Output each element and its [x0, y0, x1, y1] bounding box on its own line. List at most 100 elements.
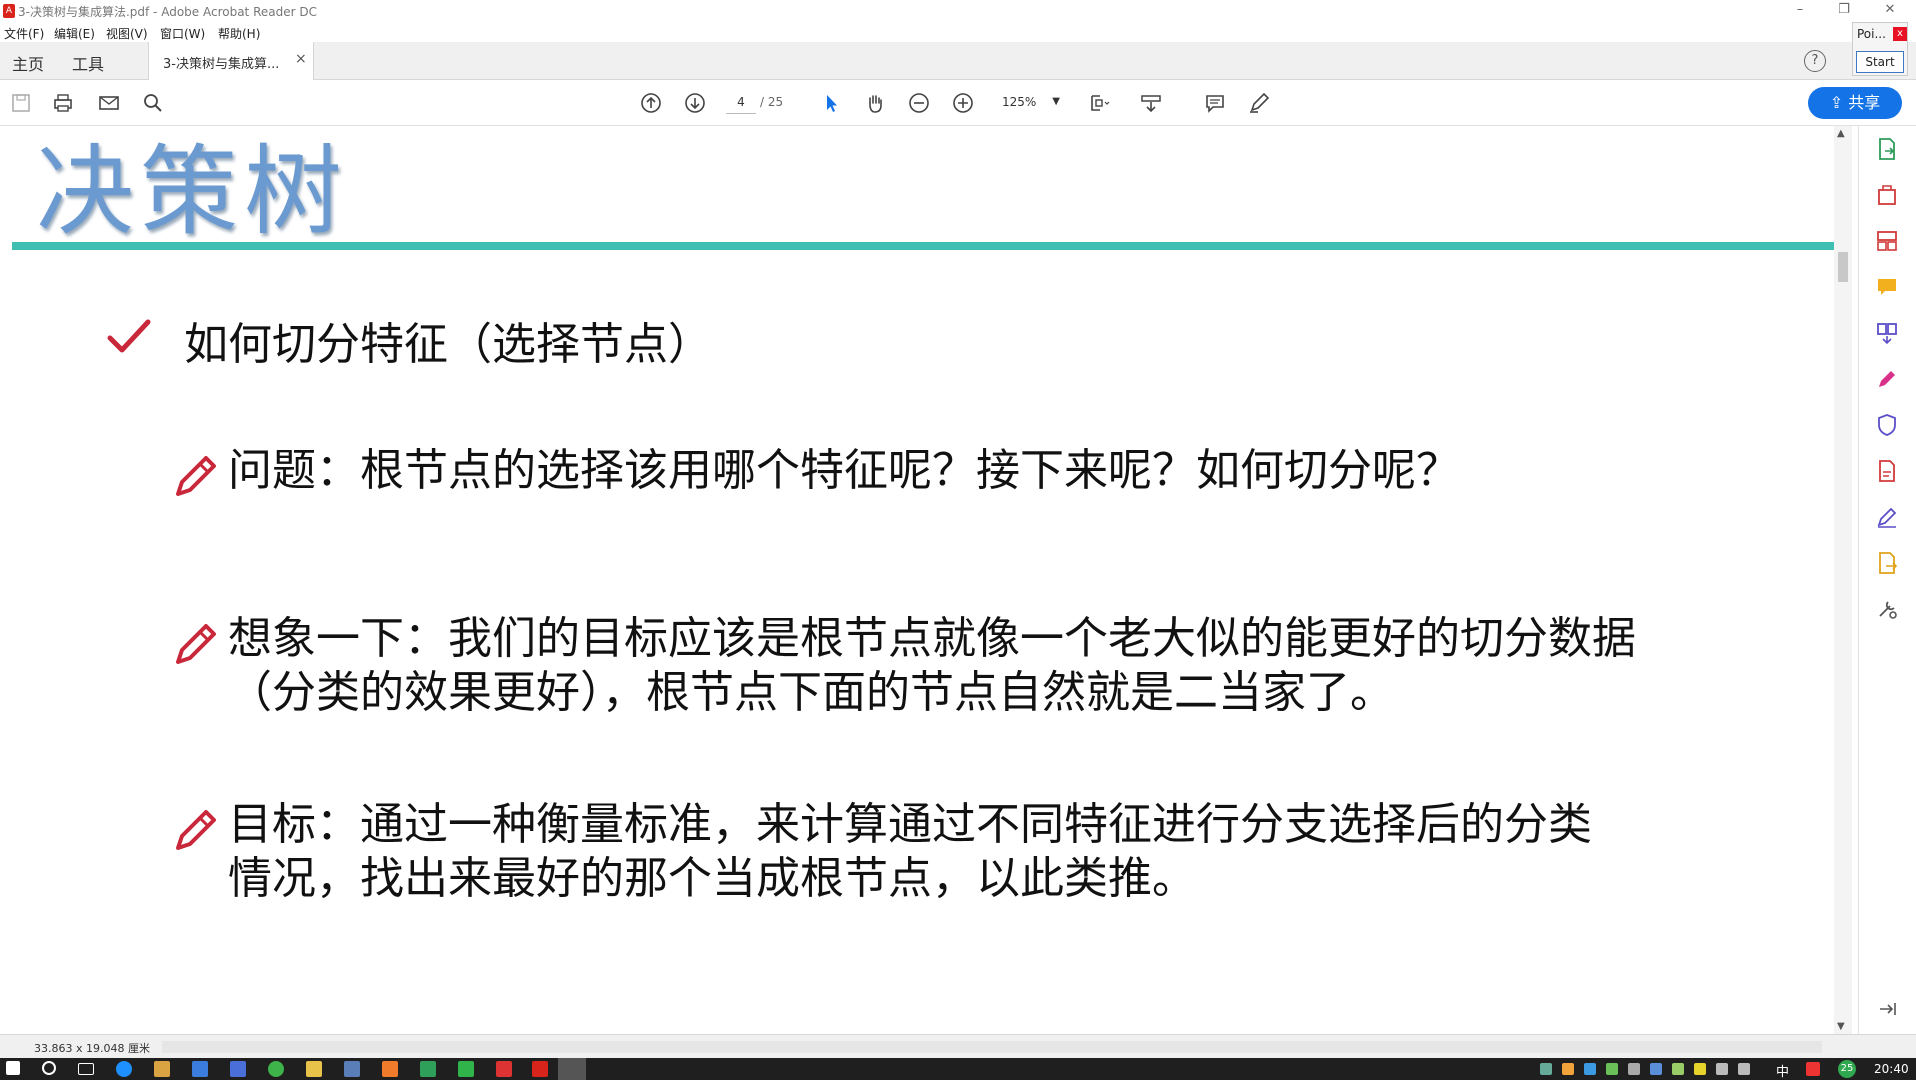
- network-icon[interactable]: [1716, 1063, 1728, 1075]
- tray-icon[interactable]: [1628, 1063, 1640, 1075]
- ime-indicator[interactable]: 中: [1776, 1061, 1789, 1080]
- wechat-icon[interactable]: [268, 1061, 284, 1077]
- scroll-mode-icon[interactable]: [1138, 90, 1164, 116]
- active-app-icon[interactable]: [558, 1058, 586, 1080]
- store-icon[interactable]: [154, 1061, 170, 1077]
- sogou-icon[interactable]: [1806, 1062, 1820, 1076]
- task-view-icon[interactable]: [78, 1063, 94, 1075]
- help-icon[interactable]: ?: [1804, 50, 1826, 72]
- comment-tool-icon[interactable]: [1874, 274, 1900, 300]
- tray-icon[interactable]: [1606, 1063, 1618, 1075]
- volume-icon[interactable]: [1738, 1063, 1750, 1075]
- paragraph-line: （分类的效果更好），根节点下面的节点自然就是二当家了。: [228, 667, 1394, 718]
- menu-file[interactable]: 文件(F): [4, 25, 44, 42]
- edge-browser-icon[interactable]: [116, 1061, 132, 1077]
- search-icon[interactable]: [140, 90, 166, 116]
- email-icon[interactable]: [96, 90, 122, 116]
- organize-pages-icon[interactable]: [1874, 228, 1900, 254]
- app-icon[interactable]: [344, 1061, 360, 1077]
- tray-icon[interactable]: [1694, 1063, 1706, 1075]
- comment-icon[interactable]: [1202, 90, 1228, 116]
- poi-title: Poi...: [1857, 27, 1886, 41]
- poi-start-button[interactable]: Start: [1856, 51, 1904, 73]
- tray-icon[interactable]: [1540, 1063, 1552, 1075]
- vertical-scrollbar[interactable]: ▲ ▼: [1834, 126, 1852, 1034]
- scrollbar-thumb[interactable]: [1838, 252, 1848, 282]
- document-heading: 决策树: [36, 135, 349, 249]
- title-bar: A 3-决策树与集成算法.pdf - Adobe Acrobat Reader …: [0, 0, 1916, 22]
- zoom-select[interactable]: 125% ▼: [994, 90, 1064, 114]
- create-pdf-icon[interactable]: [1874, 182, 1900, 208]
- next-page-icon[interactable]: [682, 90, 708, 116]
- tab-tools[interactable]: 工具: [72, 51, 104, 75]
- export-pdf-icon[interactable]: [1874, 136, 1900, 162]
- page-number-input[interactable]: 4: [726, 90, 756, 114]
- zoom-value: 125%: [1002, 95, 1037, 109]
- paragraph: 想象一下：我们的目标应该是根节点就像一个老大似的能更好的切分数据 （分类的效果更…: [228, 612, 1636, 720]
- fit-page-icon[interactable]: [1086, 90, 1112, 116]
- acrobat-taskbar-icon[interactable]: [532, 1061, 548, 1077]
- tab-home[interactable]: 主页: [12, 51, 44, 75]
- pencil-icon: [176, 456, 216, 496]
- tray-icon[interactable]: [1584, 1063, 1596, 1075]
- fill-sign-icon[interactable]: [1874, 366, 1900, 392]
- app-icon[interactable]: [496, 1061, 512, 1077]
- clock[interactable]: 20:40: [1874, 1062, 1909, 1076]
- share-label: 共享: [1848, 93, 1881, 112]
- restore-button[interactable]: ❐: [1824, 0, 1864, 22]
- search-circle-icon[interactable]: [42, 1061, 56, 1075]
- mail-icon[interactable]: [192, 1061, 208, 1077]
- page-size: 33.863 x 19.048 厘米: [34, 1042, 150, 1055]
- close-tab-icon[interactable]: ×: [295, 51, 307, 67]
- minimize-button[interactable]: –: [1780, 0, 1820, 22]
- menu-window[interactable]: 窗口(W): [160, 25, 205, 42]
- previous-page-icon[interactable]: [638, 90, 664, 116]
- send-for-review-icon[interactable]: [1874, 458, 1900, 484]
- document-view[interactable]: 决策树 如何切分特征（选择节点） 问题：根节点的选择该用哪个特征呢？接下来呢？如…: [12, 126, 1838, 1034]
- app-icon[interactable]: [458, 1061, 474, 1077]
- horizontal-scrollbar[interactable]: [162, 1041, 1822, 1053]
- hand-tool-icon[interactable]: [862, 90, 888, 116]
- tray-icon[interactable]: [1672, 1063, 1684, 1075]
- menu-help[interactable]: 帮助(H): [218, 25, 260, 42]
- paragraph-line: 目标：通过一种衡量标准，来计算通过不同特征进行分支选择后的分类: [228, 799, 1592, 850]
- tray-icon[interactable]: [1650, 1063, 1662, 1075]
- protect-shield-icon[interactable]: [1874, 412, 1900, 438]
- app-icon[interactable]: [420, 1061, 436, 1077]
- heading-rule: [12, 242, 1834, 250]
- collapse-panel-icon[interactable]: [1874, 996, 1900, 1022]
- chevron-down-icon: ▼: [1052, 96, 1060, 107]
- paragraph: 目标：通过一种衡量标准，来计算通过不同特征进行分支选择后的分类 情况，找出来最好…: [228, 798, 1592, 906]
- file-explorer-icon[interactable]: [306, 1061, 322, 1077]
- share-button[interactable]: ⇪ 共享: [1808, 87, 1902, 119]
- windows-start-icon[interactable]: [6, 1061, 20, 1075]
- print-icon[interactable]: [50, 90, 76, 116]
- select-tool-icon[interactable]: [818, 90, 844, 116]
- scroll-down-icon[interactable]: ▼: [1837, 1021, 1845, 1032]
- tab-document[interactable]: 3-决策树与集成算... ×: [148, 42, 314, 80]
- sign-pen-icon[interactable]: [1874, 504, 1900, 530]
- highlight-pen-icon[interactable]: [1246, 90, 1272, 116]
- more-tools-icon[interactable]: [1874, 596, 1900, 622]
- checkmark-icon: [107, 319, 151, 353]
- menu-view[interactable]: 视图(V): [106, 25, 148, 42]
- send-files-icon[interactable]: [1874, 550, 1900, 576]
- scroll-up-icon[interactable]: ▲: [1837, 128, 1845, 139]
- save-icon[interactable]: [8, 90, 34, 116]
- zoom-in-icon[interactable]: [950, 90, 976, 116]
- status-bar: 33.863 x 19.048 厘米: [0, 1034, 1916, 1058]
- paragraph-line: 情况，找出来最好的那个当成根节点，以此类推。: [228, 853, 1196, 904]
- paragraph-line: 想象一下：我们的目标应该是根节点就像一个老大似的能更好的切分数据: [228, 613, 1636, 664]
- notification-badge[interactable]: 25: [1838, 1060, 1856, 1078]
- tray-icon[interactable]: [1562, 1063, 1574, 1075]
- app-icon[interactable]: [382, 1061, 398, 1077]
- windows-taskbar: 中 25 20:40: [0, 1058, 1916, 1080]
- menu-edit[interactable]: 编辑(E): [54, 25, 95, 42]
- combine-files-icon[interactable]: [1874, 320, 1900, 346]
- pencil-icon: [176, 624, 216, 664]
- app-icon[interactable]: [230, 1061, 246, 1077]
- close-window-button[interactable]: ✕: [1870, 0, 1910, 22]
- zoom-out-icon[interactable]: [906, 90, 932, 116]
- poi-close-button[interactable]: x: [1893, 27, 1907, 41]
- menu-bar: 文件(F) 编辑(E) 视图(V) 窗口(W) 帮助(H): [0, 22, 1916, 42]
